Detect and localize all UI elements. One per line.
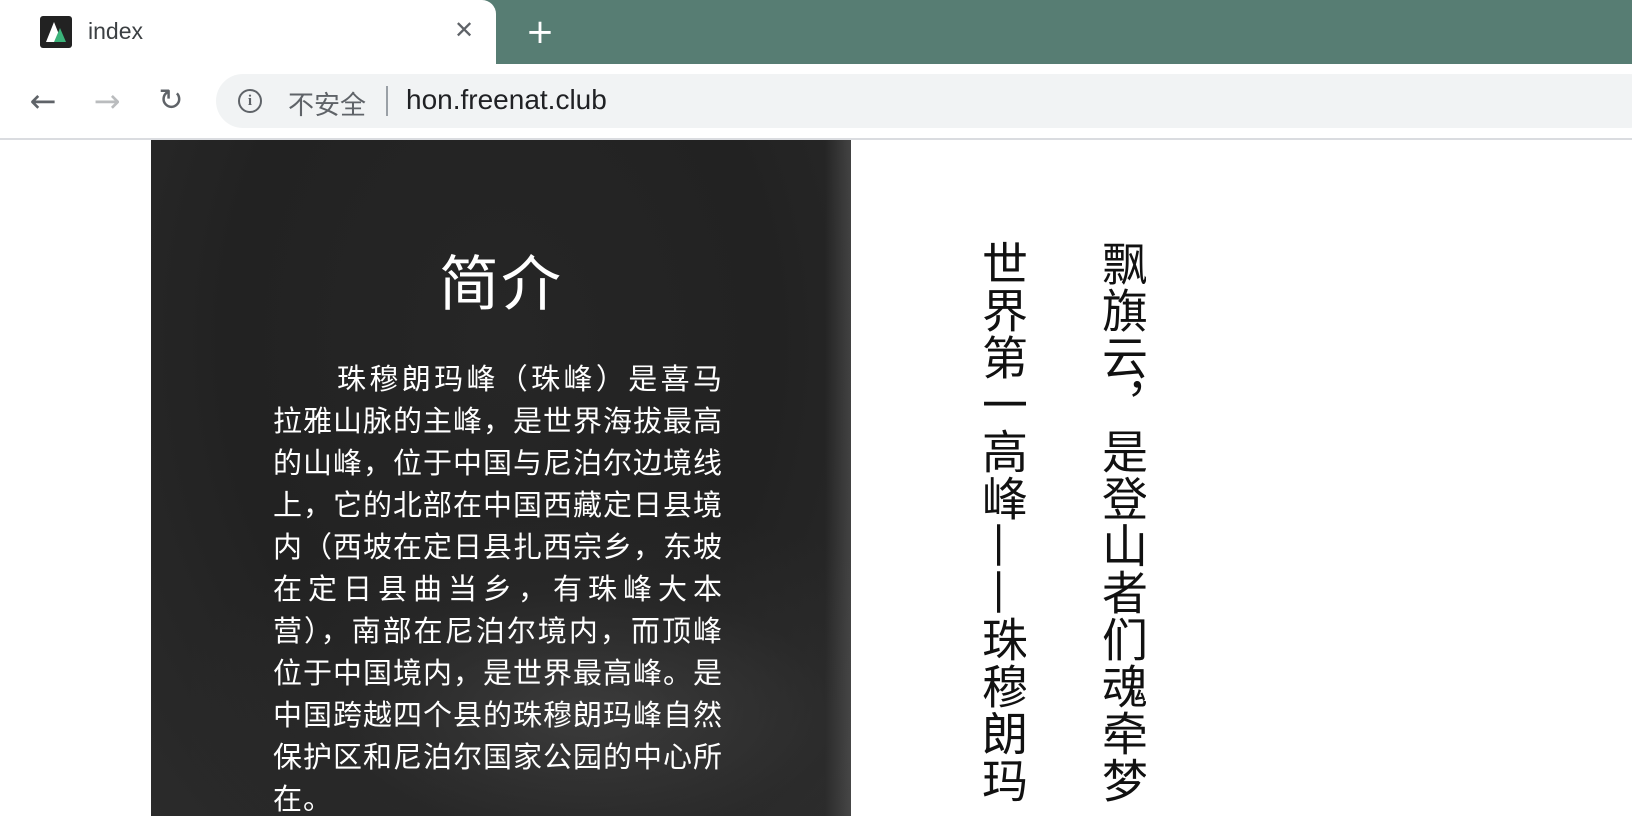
tab-strip: index ✕ + — [0, 0, 1632, 66]
vertical-text-column-1: 飘旗云，是登山者们魂牵梦 — [1098, 240, 1146, 804]
browser-tab[interactable]: index ✕ — [0, 0, 496, 66]
intro-paragraph: 珠穆朗玛峰（珠峰）是喜马拉雅山脉的主峰，是世界海拔最高的山峰，位于中国与尼泊尔边… — [273, 362, 724, 816]
browser-toolbar: ← → ↻ i 不安全 hon.freenat.club — [0, 64, 1632, 140]
intro-title: 简介 — [439, 250, 563, 320]
security-status[interactable]: 不安全 — [288, 85, 366, 122]
info-icon[interactable]: i — [238, 89, 262, 113]
new-tab-button[interactable]: + — [522, 14, 558, 50]
back-arrow-icon[interactable]: ← — [22, 80, 64, 122]
address-bar[interactable]: i 不安全 hon.freenat.club — [216, 74, 1632, 128]
close-icon[interactable]: ✕ — [448, 14, 480, 46]
reload-icon[interactable]: ↻ — [150, 80, 192, 122]
forward-arrow-icon[interactable]: → — [86, 80, 128, 122]
divider — [386, 86, 388, 116]
url-text[interactable]: hon.freenat.club — [406, 84, 607, 116]
vertical-text-column-2: 世界第一高峰——珠穆朗玛 — [978, 240, 1026, 804]
site-favicon-icon — [40, 16, 72, 48]
intro-panel: 简介 珠穆朗玛峰（珠峰）是喜马拉雅山脉的主峰，是世界海拔最高的山峰，位于中国与尼… — [151, 140, 851, 816]
tab-title: index — [88, 18, 143, 44]
